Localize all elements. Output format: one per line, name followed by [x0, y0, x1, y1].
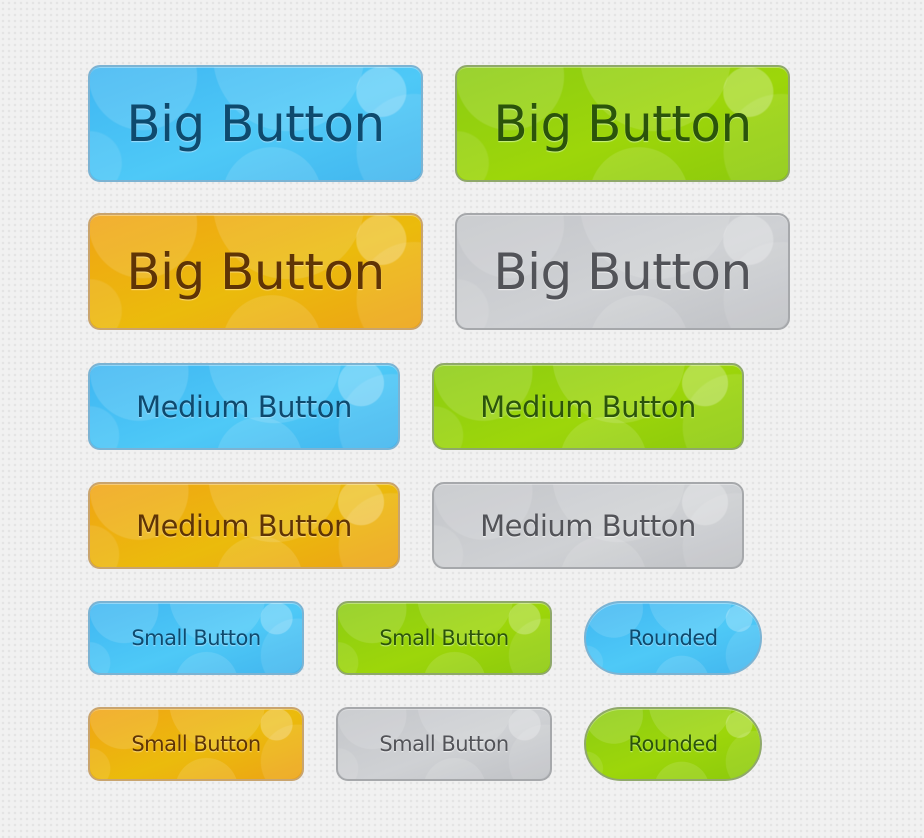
- small-button-blue[interactable]: Small Button: [88, 601, 304, 675]
- big-button-orange[interactable]: Big Button: [88, 213, 423, 330]
- medium-button-orange[interactable]: Medium Button: [88, 482, 400, 569]
- small-button-green[interactable]: Small Button: [336, 601, 552, 675]
- small-button-gray[interactable]: Small Button: [336, 707, 552, 781]
- medium-button-blue[interactable]: Medium Button: [88, 363, 400, 450]
- big-button-green[interactable]: Big Button: [455, 65, 790, 182]
- button-label: Small Button: [379, 626, 509, 650]
- small-button-orange[interactable]: Small Button: [88, 707, 304, 781]
- button-label: Small Button: [379, 732, 509, 756]
- medium-button-green[interactable]: Medium Button: [432, 363, 744, 450]
- big-button-gray[interactable]: Big Button: [455, 213, 790, 330]
- rounded-button-blue[interactable]: Rounded: [584, 601, 762, 675]
- button-label: Medium Button: [136, 389, 352, 424]
- button-label: Medium Button: [136, 508, 352, 543]
- button-label: Small Button: [131, 732, 261, 756]
- button-label: Rounded: [628, 626, 718, 650]
- button-label: Big Button: [126, 94, 385, 153]
- button-label: Rounded: [628, 732, 718, 756]
- rounded-button-green[interactable]: Rounded: [584, 707, 762, 781]
- button-label: Big Button: [126, 242, 385, 301]
- button-label: Big Button: [493, 242, 752, 301]
- big-button-blue[interactable]: Big Button: [88, 65, 423, 182]
- button-label: Small Button: [131, 626, 261, 650]
- button-label: Medium Button: [480, 389, 696, 424]
- button-label: Medium Button: [480, 508, 696, 543]
- button-label: Big Button: [493, 94, 752, 153]
- medium-button-gray[interactable]: Medium Button: [432, 482, 744, 569]
